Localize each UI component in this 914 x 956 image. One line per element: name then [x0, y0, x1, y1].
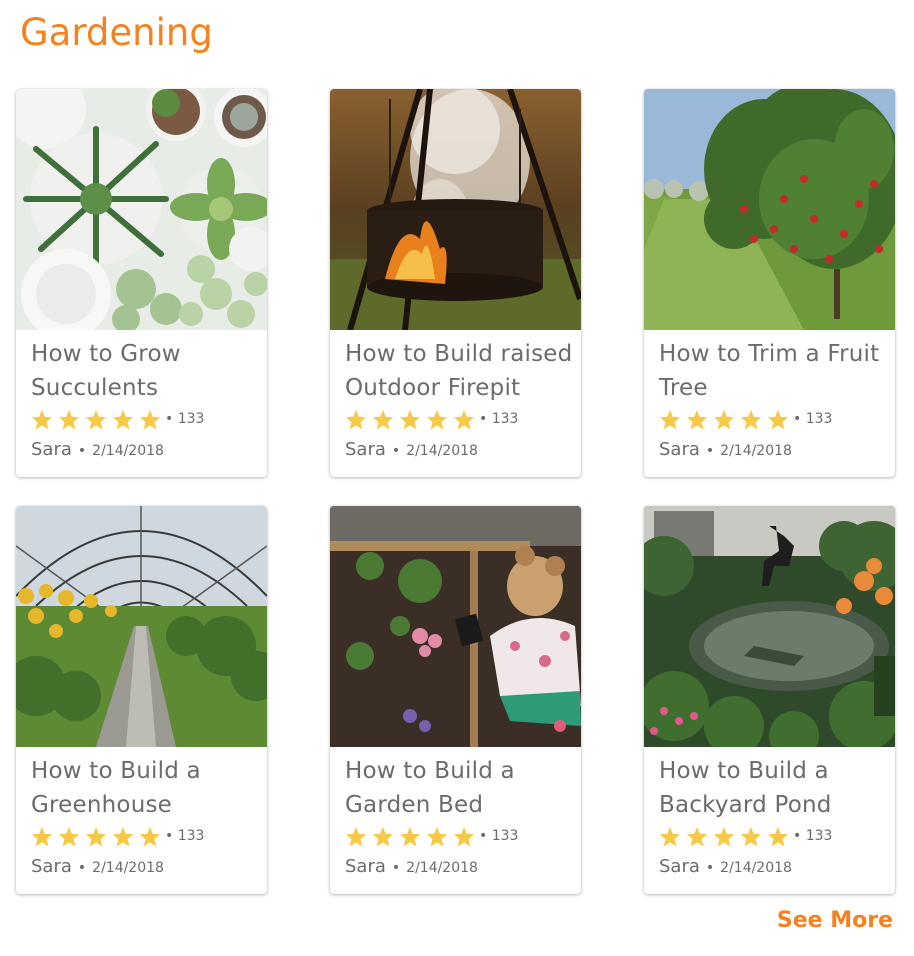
publish-date: 2/14/2018 [406, 860, 478, 876]
star-icon [713, 409, 735, 430]
star-rating: • 133 [345, 407, 518, 431]
separator-dot: • [391, 860, 401, 876]
author-name: Sara [31, 439, 72, 460]
fruit-tree-image [644, 89, 895, 330]
star-icon [453, 409, 475, 430]
card-meta: Sara • 2/14/2018 [659, 856, 792, 877]
rating-count: • 133 [479, 411, 519, 427]
separator-dot: • [391, 443, 401, 459]
rating-count: • 133 [165, 828, 205, 844]
star-icon [399, 826, 421, 847]
separator-dot: • [705, 443, 715, 459]
star-icon [58, 409, 80, 430]
star-rating: • 133 [659, 407, 832, 431]
star-icon [345, 826, 367, 847]
firepit-image [330, 89, 581, 330]
star-icon [740, 409, 762, 430]
article-card[interactable]: How to Trim a Fruit Tree • 133 Sara • 2/… [644, 89, 895, 477]
star-rating: • 133 [345, 824, 518, 848]
card-meta: Sara • 2/14/2018 [345, 856, 478, 877]
star-icon [31, 409, 53, 430]
rating-count: • 133 [479, 828, 519, 844]
star-icon [85, 826, 107, 847]
card-title[interactable]: How to Grow Succulents [31, 337, 259, 405]
card-title[interactable]: How to Build a Garden Bed [345, 754, 573, 822]
author-name: Sara [659, 439, 700, 460]
star-icon [453, 826, 475, 847]
star-icon [372, 409, 394, 430]
card-meta: Sara • 2/14/2018 [31, 856, 164, 877]
star-icon [659, 826, 681, 847]
star-icon [139, 826, 161, 847]
separator-dot: • [77, 443, 87, 459]
section-title: Gardening [20, 11, 213, 54]
star-icon [426, 826, 448, 847]
author-name: Sara [659, 856, 700, 877]
star-icon [372, 826, 394, 847]
see-more-link[interactable]: See More [777, 908, 893, 933]
star-icon [426, 409, 448, 430]
star-icon [139, 409, 161, 430]
star-icon [58, 826, 80, 847]
star-icon [686, 409, 708, 430]
star-icon [399, 409, 421, 430]
separator-dot: • [705, 860, 715, 876]
publish-date: 2/14/2018 [720, 443, 792, 459]
card-title[interactable]: How to Build raised Outdoor Firepit [345, 337, 573, 405]
article-card[interactable]: How to Build a Garden Bed • 133 Sara • 2… [330, 506, 581, 894]
card-meta: Sara • 2/14/2018 [31, 439, 164, 460]
succulents-image [16, 89, 267, 330]
star-rating: • 133 [31, 407, 204, 431]
star-icon [112, 826, 134, 847]
rating-count: • 133 [793, 828, 833, 844]
star-icon [686, 826, 708, 847]
publish-date: 2/14/2018 [92, 860, 164, 876]
card-title[interactable]: How to Trim a Fruit Tree [659, 337, 887, 405]
card-meta: Sara • 2/14/2018 [659, 439, 792, 460]
star-icon [767, 409, 789, 430]
card-title[interactable]: How to Build a Greenhouse [31, 754, 259, 822]
card-meta: Sara • 2/14/2018 [345, 439, 478, 460]
star-icon [659, 409, 681, 430]
star-icon [85, 409, 107, 430]
article-card[interactable]: How to Build a Backyard Pond • 133 Sara … [644, 506, 895, 894]
star-icon [345, 409, 367, 430]
publish-date: 2/14/2018 [720, 860, 792, 876]
publish-date: 2/14/2018 [406, 443, 478, 459]
star-rating: • 133 [659, 824, 832, 848]
star-icon [31, 826, 53, 847]
article-card[interactable]: How to Grow Succulents • 133 Sara • 2/14… [16, 89, 267, 477]
star-icon [112, 409, 134, 430]
author-name: Sara [31, 856, 72, 877]
backyard-pond-image [644, 506, 895, 747]
star-icon [740, 826, 762, 847]
greenhouse-image [16, 506, 267, 747]
rating-count: • 133 [165, 411, 205, 427]
separator-dot: • [77, 860, 87, 876]
article-card[interactable]: How to Build raised Outdoor Firepit • 13… [330, 89, 581, 477]
publish-date: 2/14/2018 [92, 443, 164, 459]
rating-count: • 133 [793, 411, 833, 427]
star-rating: • 133 [31, 824, 204, 848]
card-title[interactable]: How to Build a Backyard Pond [659, 754, 887, 822]
star-icon [767, 826, 789, 847]
garden-bed-image [330, 506, 581, 747]
star-icon [713, 826, 735, 847]
author-name: Sara [345, 439, 386, 460]
article-card[interactable]: How to Build a Greenhouse • 133 Sara • 2… [16, 506, 267, 894]
author-name: Sara [345, 856, 386, 877]
